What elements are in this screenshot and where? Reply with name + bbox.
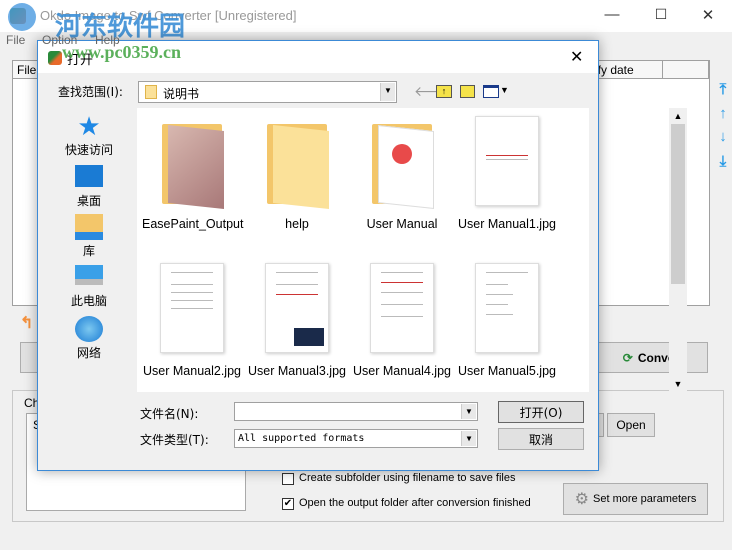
file-item[interactable]: User Manual1.jpg — [457, 116, 557, 233]
file-name: User Manual3.jpg — [248, 364, 346, 378]
file-name: User Manual2.jpg — [143, 364, 241, 378]
move-up-icon[interactable]: ↑ — [716, 106, 730, 122]
desktop-icon — [75, 165, 103, 187]
place-network[interactable]: 网络 — [56, 316, 122, 361]
menu-help[interactable]: Help — [95, 33, 120, 47]
place-quick-access[interactable]: ★ 快速访问 — [56, 113, 122, 158]
scroll-down-icon[interactable]: ▼ — [669, 376, 687, 392]
file-item[interactable]: User Manual2.jpg — [142, 263, 242, 380]
document-thumbnail-icon — [475, 116, 539, 206]
file-item[interactable]: User Manual5.jpg — [457, 263, 557, 380]
chevron-down-icon[interactable]: ▼ — [380, 83, 395, 101]
place-label: 库 — [82, 244, 95, 258]
convert-icon: ⟳ — [622, 350, 633, 365]
set-more-parameters-button[interactable]: ⚙ Set more parameters — [563, 483, 708, 515]
set-params-label: Set more parameters — [593, 493, 697, 505]
file-item[interactable]: EasePaint_Output — [142, 116, 244, 233]
star-icon: ★ — [77, 111, 101, 141]
close-button[interactable]: ✕ — [698, 6, 718, 24]
create-subfolder-label: Create subfolder using filename to save … — [299, 472, 516, 484]
open-output-checkbox[interactable]: ✔ — [282, 498, 294, 510]
watermark-url: www.pc0359.cn — [62, 42, 182, 62]
dialog-close-button[interactable]: ✕ — [570, 47, 583, 67]
dialog-open-button[interactable]: 打开(O) — [498, 401, 584, 423]
filename-input[interactable]: ▼ — [234, 402, 478, 421]
open-file-dialog: 打开 ✕ 查找范围(I): 说明书 ▼ 🡐 ↑ ▼ ★ 快速访问 桌面 库 此电脑… — [37, 40, 687, 471]
filename-label: 文件名(N): — [140, 407, 199, 421]
minimize-button[interactable]: — — [602, 6, 622, 23]
open-button[interactable]: Open — [607, 413, 655, 437]
look-in-label: 查找范围(I): — [58, 85, 123, 99]
folder-pdf-icon — [370, 116, 434, 209]
file-name: help — [285, 217, 309, 231]
filetype-value: All supported formats — [238, 433, 365, 444]
up-one-level-icon[interactable]: ↑ — [436, 85, 452, 98]
move-bottom-icon[interactable]: ⤓ — [716, 154, 730, 170]
document-thumbnail-icon — [475, 263, 539, 353]
dialog-app-icon — [48, 51, 62, 65]
document-thumbnail-icon — [370, 263, 434, 353]
file-item[interactable]: User Manual — [352, 116, 452, 233]
file-item[interactable]: help — [247, 116, 347, 233]
place-desktop[interactable]: 桌面 — [56, 165, 122, 209]
convert-button[interactable]: ⟳ Convert — [598, 342, 708, 373]
filetype-label: 文件类型(T): — [140, 433, 209, 447]
column-header-modify-date[interactable]: ify date — [591, 61, 663, 79]
scrollbar-thumb[interactable] — [671, 124, 685, 284]
file-name: User Manual4.jpg — [353, 364, 451, 378]
filetype-select[interactable]: All supported formats ▼ — [234, 429, 478, 448]
look-in-select[interactable]: 说明书 ▼ — [138, 81, 397, 103]
file-view[interactable]: EasePaint_Output help User Manual User M… — [137, 108, 687, 392]
maximize-button[interactable]: ☐ — [651, 6, 671, 23]
menu-option[interactable]: Option — [42, 33, 77, 47]
file-name: EasePaint_Output — [142, 217, 244, 231]
chevron-down-icon[interactable]: ▼ — [461, 431, 476, 446]
place-label: 桌面 — [76, 194, 101, 208]
view-menu-chevron-icon[interactable]: ▼ — [500, 85, 509, 95]
place-library[interactable]: 库 — [56, 214, 122, 259]
document-thumbnail-icon — [265, 263, 329, 353]
place-this-pc[interactable]: 此电脑 — [56, 265, 122, 309]
folder-icon — [145, 85, 157, 99]
document-thumbnail-icon — [160, 263, 224, 353]
place-label: 网络 — [76, 346, 101, 360]
create-subfolder-checkbox[interactable] — [282, 473, 294, 485]
move-top-icon[interactable]: ⤒ — [716, 82, 730, 98]
library-icon — [75, 214, 103, 240]
up-folder-icon[interactable]: ↰ — [20, 313, 33, 333]
open-output-label: Open the output folder after conversion … — [299, 497, 531, 509]
file-name: User Manual — [366, 217, 438, 231]
network-icon — [75, 316, 103, 342]
gear-icon: ⚙ — [574, 491, 589, 508]
menu-file[interactable]: File — [6, 33, 25, 47]
computer-icon — [75, 265, 103, 285]
folder-image-icon — [160, 116, 224, 209]
file-name: User Manual1.jpg — [458, 217, 556, 231]
dialog-cancel-button[interactable]: 取消 — [498, 428, 584, 450]
chevron-down-icon[interactable]: ▼ — [461, 404, 476, 419]
vertical-scrollbar[interactable]: ▲ ▼ — [669, 108, 687, 392]
place-label: 此电脑 — [70, 294, 107, 308]
scroll-up-icon[interactable]: ▲ — [669, 108, 687, 124]
folder-icon — [265, 116, 329, 209]
watermark-logo — [8, 3, 36, 31]
column-header-extra[interactable] — [663, 61, 709, 79]
file-item[interactable]: User Manual4.jpg — [352, 263, 452, 380]
place-label: 快速访问 — [64, 143, 113, 157]
look-in-value: 说明书 — [163, 87, 200, 101]
move-down-icon[interactable]: ↓ — [716, 129, 730, 145]
file-name: User Manual5.jpg — [458, 364, 556, 378]
file-item[interactable]: User Manual3.jpg — [247, 263, 347, 380]
new-folder-icon[interactable] — [460, 85, 475, 98]
view-menu-icon[interactable] — [483, 85, 499, 98]
